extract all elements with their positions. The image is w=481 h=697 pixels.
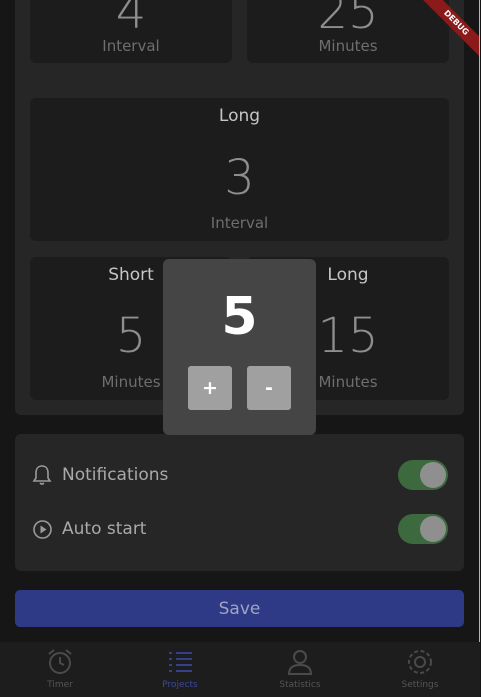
number-picker-dialog: 5 + - <box>163 259 316 435</box>
debug-banner: DEBUG <box>419 0 479 60</box>
save-button[interactable]: Save <box>15 590 464 627</box>
card-unit: Interval <box>102 37 160 55</box>
notifications-toggle[interactable] <box>398 460 448 490</box>
long-break-interval-card[interactable]: Long 3 Interval <box>30 98 449 241</box>
gear-icon <box>408 650 432 674</box>
auto-start-label: Auto start <box>62 519 147 539</box>
increment-button[interactable]: + <box>188 366 232 410</box>
bottom-navigation: Timer Projects Statistics Settings <box>0 642 480 697</box>
options-panel: Notifications Auto start <box>15 434 464 571</box>
decrement-button[interactable]: - <box>247 366 291 410</box>
card-value: 3 <box>224 150 255 206</box>
nav-label: Settings <box>401 680 439 690</box>
auto-start-toggle[interactable] <box>398 514 448 544</box>
card-value: 4 <box>115 0 147 40</box>
notifications-row: Notifications <box>31 457 448 493</box>
bell-icon <box>31 464 53 486</box>
play-circle-icon <box>31 518 53 540</box>
card-unit: Interval <box>210 214 269 232</box>
nav-label: Projects <box>162 680 198 690</box>
app-frame: 4 Interval 25 Minutes Long 3 Interval Sh… <box>0 0 480 697</box>
debug-banner-label: DEBUG <box>419 0 479 60</box>
toggle-knob <box>420 462 446 488</box>
notifications-label: Notifications <box>62 465 169 485</box>
pomodoro-interval-card[interactable]: 4 Interval <box>30 0 232 63</box>
nav-item-settings[interactable]: Settings <box>360 642 480 697</box>
picker-value: 5 <box>221 287 258 347</box>
nav-item-timer[interactable]: Timer <box>0 642 120 697</box>
auto-start-row: Auto start <box>31 511 448 547</box>
card-label: Long <box>218 106 261 126</box>
person-icon <box>287 650 313 675</box>
toggle-knob <box>420 516 446 542</box>
list-icon <box>169 652 192 672</box>
nav-item-statistics[interactable]: Statistics <box>240 642 360 697</box>
nav-item-projects[interactable]: Projects <box>120 642 240 697</box>
nav-label: Timer <box>47 680 73 690</box>
alarm-clock-icon <box>48 649 72 674</box>
nav-label: Statistics <box>279 680 321 690</box>
